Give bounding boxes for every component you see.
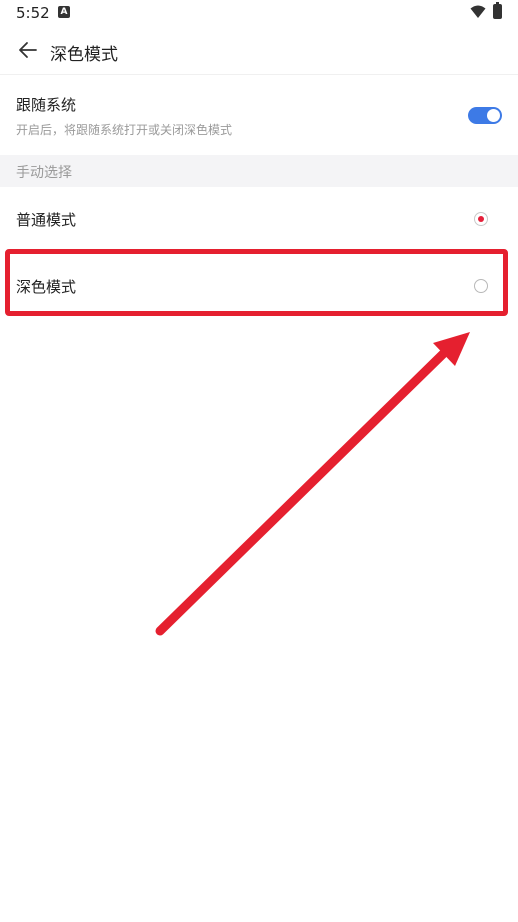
toggle-knob bbox=[487, 109, 500, 122]
wifi-icon bbox=[470, 5, 486, 18]
dark-mode-settings-screen: 5:52 A 深色模式 跟随系统 开启后，将跟随系统打开或关闭深色模式 手动选择… bbox=[0, 0, 518, 922]
follow-system-row[interactable]: 跟随系统 开启后，将跟随系统打开或关闭深色模式 bbox=[0, 80, 518, 155]
option-normal-mode[interactable]: 普通模式 bbox=[0, 187, 518, 251]
follow-system-title: 跟随系统 bbox=[16, 96, 77, 114]
battery-icon bbox=[493, 2, 502, 19]
option-label: 普通模式 bbox=[16, 211, 77, 229]
status-bar: 5:52 A bbox=[0, 0, 518, 28]
annotation-highlight-box bbox=[5, 249, 508, 316]
follow-system-toggle[interactable] bbox=[468, 107, 502, 124]
follow-system-description: 开启后，将跟随系统打开或关闭深色模式 bbox=[16, 123, 233, 137]
status-time: 5:52 bbox=[16, 4, 50, 22]
notification-app-icon: A bbox=[58, 6, 70, 18]
page-title: 深色模式 bbox=[50, 45, 118, 65]
radio-normal-mode[interactable] bbox=[474, 212, 488, 226]
arrow-left-icon[interactable] bbox=[18, 40, 38, 60]
top-app-bar: 深色模式 bbox=[0, 28, 518, 75]
manual-selection-section: 手动选择 bbox=[0, 155, 518, 187]
section-label: 手动选择 bbox=[16, 165, 72, 181]
